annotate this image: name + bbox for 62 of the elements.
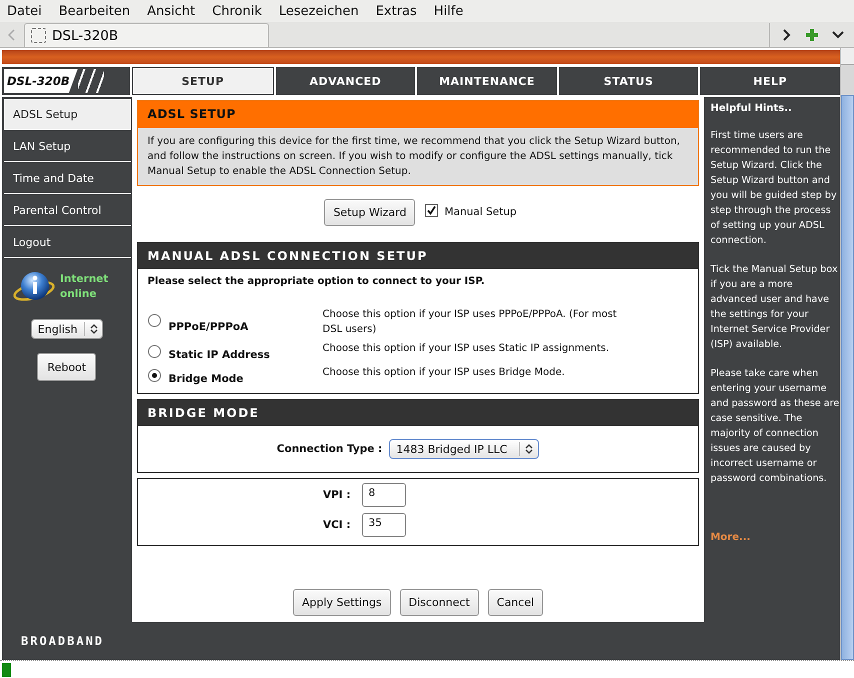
- status-indicator-icon: [2, 662, 11, 676]
- menu-item[interactable]: Chronik: [212, 4, 262, 18]
- intro-text: If you are configuring this device for the first time, we recommend that you click the Setup Wizard button, and follow the instructions on screen. If you wish to modify or configure the ADSL settings manually, tick Manual Setup to enable the ADSL Connection Setup.: [138, 128, 698, 185]
- reboot-button[interactable]: Reboot: [37, 353, 96, 381]
- menu-item[interactable]: Hilfe: [434, 4, 464, 18]
- radio-button[interactable]: [148, 314, 161, 326]
- hints-title: Helpful Hints..: [710, 103, 793, 114]
- sidebar-item[interactable]: Logout: [4, 227, 131, 258]
- option-label: Static IP Address: [168, 349, 270, 361]
- plus-icon[interactable]: [806, 29, 818, 41]
- up-down-arrows-icon: [525, 443, 534, 455]
- sidebar-item[interactable]: ADSL Setup: [4, 99, 131, 130]
- language-select[interactable]: English: [30, 319, 103, 339]
- chevron-right-icon[interactable]: [782, 29, 792, 41]
- section-title: ADSL SETUP: [138, 101, 698, 128]
- nav-tab[interactable]: HELP: [700, 67, 840, 95]
- connection-type-select[interactable]: 1483 Bridged IP LLC: [389, 439, 540, 459]
- section-title: MANUAL ADSL CONNECTION SETUP: [138, 243, 698, 269]
- action-button[interactable]: Apply Settings: [292, 589, 391, 616]
- manual-setup-checkbox[interactable]: [425, 204, 438, 216]
- connection-status: Internet online: [60, 272, 110, 302]
- model-logo: DSL-320B: [2, 67, 130, 95]
- nav-tab[interactable]: MAINTENANCE: [417, 67, 557, 95]
- option-label: PPPoE/PPPoA: [168, 321, 248, 333]
- prompt-text: Please select the appropriate option to connect to your ISP.: [148, 276, 486, 287]
- sidebar-item[interactable]: LAN Setup: [4, 131, 131, 162]
- action-button[interactable]: Cancel: [488, 589, 544, 616]
- brand-text: BROADBAND: [21, 634, 104, 648]
- more-link[interactable]: More...: [710, 532, 840, 543]
- field-label: Connection Type :: [276, 443, 382, 455]
- hint-text: Please take care when entering your username and password as these are case sensitive. The majority of connection issues are caused by incorrect username or password combinations.: [710, 367, 840, 486]
- section-title: BRIDGE MODE: [138, 400, 698, 426]
- sidebar-item[interactable]: Time and Date: [4, 163, 131, 194]
- browser-tab[interactable]: DSL-320B: [24, 23, 269, 47]
- option-description: Choose this option if your ISP uses PPPoE/PPPoA. (For most DSL users): [322, 308, 618, 337]
- nav-tab[interactable]: ADVANCED: [276, 67, 416, 95]
- checkbox-label: Manual Setup: [444, 206, 517, 218]
- input-field[interactable]: 8: [362, 483, 406, 507]
- nav-tab[interactable]: STATUS: [558, 67, 698, 95]
- hint-text: First time users are recommended to run the Setup Wizard. Click the Setup Wizard button and you will be guided step by step through the process of setting up your ADSL connection.: [710, 129, 838, 248]
- hint-text: Tick the Manual Setup box if you are a more advanced user and have the settings for your Internet Service Provider (ISP) available.: [710, 263, 839, 352]
- menu-item[interactable]: Ansicht: [147, 4, 196, 18]
- field-label: VCI :: [322, 519, 351, 531]
- menu-item[interactable]: Extras: [376, 4, 417, 18]
- setup-wizard-button[interactable]: Setup Wizard: [324, 198, 416, 226]
- nav-tab[interactable]: SETUP: [132, 67, 274, 95]
- sidebar-item[interactable]: Parental Control: [4, 195, 131, 226]
- action-button[interactable]: Disconnect: [400, 589, 479, 616]
- chevron-down-icon[interactable]: [832, 31, 844, 39]
- option-description: Choose this option if your ISP uses Static IP assignments.: [322, 342, 610, 356]
- radio-button[interactable]: [148, 368, 161, 382]
- option-description: Choose this option if your ISP uses Bridge Mode.: [322, 366, 566, 380]
- field-label: VPI :: [322, 489, 351, 501]
- menu-item[interactable]: Bearbeiten: [58, 4, 130, 18]
- scrollbar[interactable]: [840, 48, 854, 660]
- option-label: Bridge Mode: [168, 373, 244, 385]
- menu-item[interactable]: Datei: [7, 4, 42, 18]
- up-down-arrows-icon: [90, 323, 98, 335]
- input-field[interactable]: 35: [362, 513, 406, 537]
- menu-item[interactable]: Lesezeichen: [278, 4, 359, 18]
- radio-button[interactable]: [148, 344, 161, 358]
- page-icon: [31, 28, 46, 43]
